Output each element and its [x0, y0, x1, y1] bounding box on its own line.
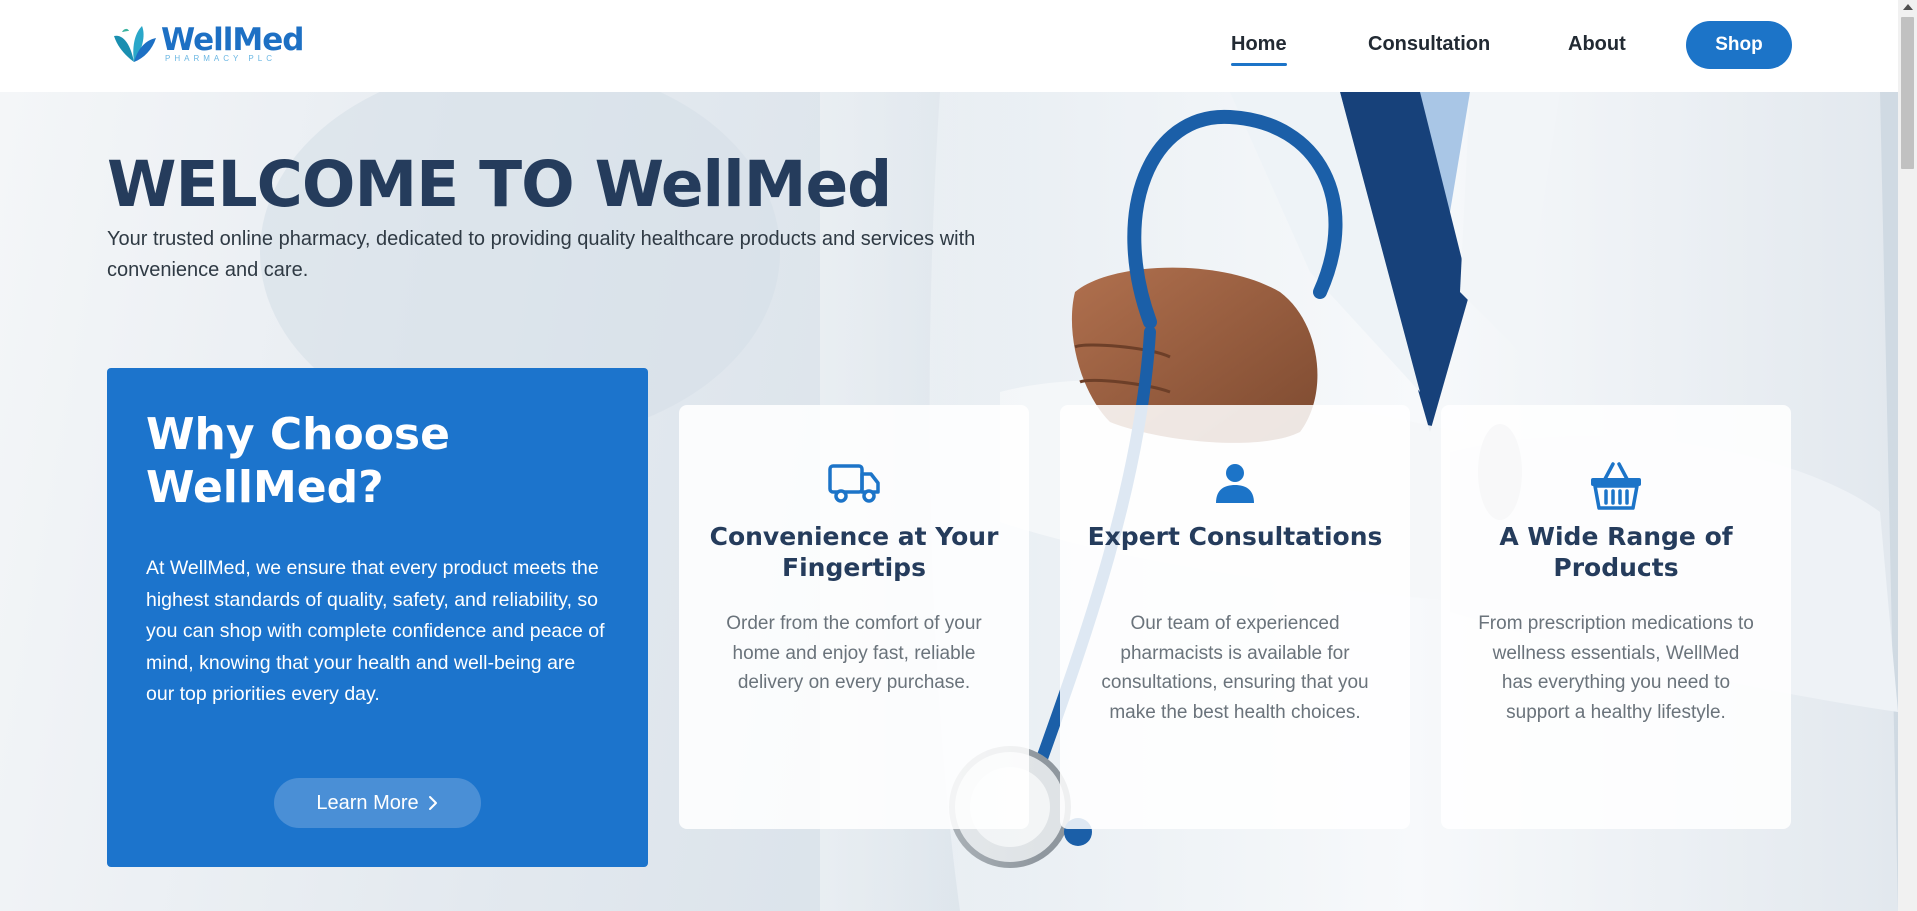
why-choose-panel: Why Choose WellMed? At WellMed, we ensur… [107, 368, 648, 867]
site-header: WellMed PHARMACY PLC Home Consultation A… [0, 0, 1898, 92]
page-scrollbar[interactable] [1898, 0, 1917, 911]
user-icon [1216, 464, 1254, 503]
why-choose-title: Why Choose WellMed? [146, 409, 450, 513]
feature-card-consultations: Expert Consultations Our team of experie… [1060, 405, 1410, 829]
scroll-up-arrow-icon[interactable] [1903, 4, 1913, 10]
chevron-right-icon [428, 796, 437, 810]
hero-subtitle: Your trusted online pharmacy, dedicated … [107, 228, 976, 281]
feature-title: A Wide Range of Products [1499, 522, 1733, 582]
scroll-thumb[interactable] [1901, 17, 1914, 169]
learn-more-label: Learn More [316, 791, 419, 814]
feature-card-convenience: Convenience at Your Fingertips Order fro… [679, 405, 1029, 829]
feature-card-products: A Wide Range of Products From prescripti… [1441, 405, 1791, 829]
shop-button[interactable]: Shop [1686, 21, 1792, 69]
truck-icon [828, 464, 880, 503]
why-choose-body: At WellMed, we ensure that every product… [146, 557, 605, 705]
learn-more-button[interactable]: Learn More [274, 778, 481, 828]
hero-section: WELCOME TO WellMed Your trusted online p… [0, 92, 1898, 911]
feature-text: Our team of experienced pharmacists is a… [1101, 613, 1369, 723]
nav-home[interactable]: Home [1231, 33, 1287, 66]
feature-title: Convenience at Your Fingertips [709, 522, 999, 582]
feature-title: Expert Consultations [1087, 522, 1383, 551]
brand-logo[interactable]: WellMed PHARMACY PLC [112, 22, 304, 66]
brand-name: WellMed [161, 22, 304, 58]
nav-consultation[interactable]: Consultation [1368, 33, 1490, 56]
nav-about[interactable]: About [1568, 33, 1626, 56]
feature-text: From prescription medications to wellnes… [1478, 613, 1754, 723]
basket-icon [1591, 462, 1641, 510]
hero-title: WELCOME TO WellMed [107, 148, 892, 221]
leaf-logo-icon [114, 26, 156, 62]
feature-text: Order from the comfort of your home and … [726, 613, 982, 693]
